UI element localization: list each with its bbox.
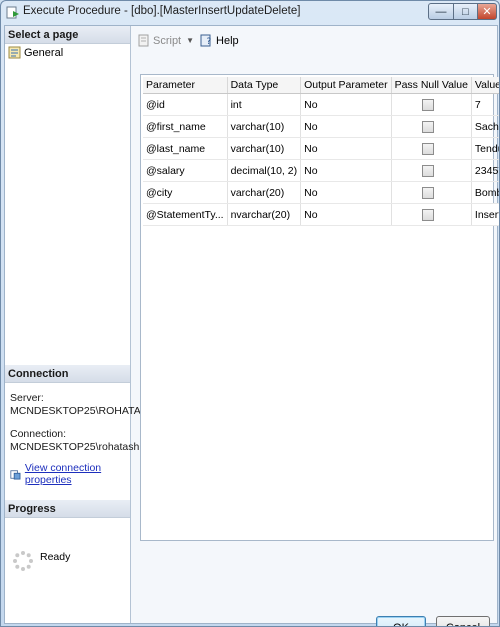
table-row[interactable]: @last_name varchar(10) No Tendulkar (143, 137, 499, 160)
view-connection-properties-label: View connection properties (24, 462, 102, 486)
output-parameter-cell: No (300, 159, 392, 182)
data-type-cell: nvarchar(20) (227, 203, 302, 226)
parameter-cell: @id (143, 93, 228, 116)
parameter-cell: @salary (143, 159, 228, 182)
pass-null-cell (391, 93, 472, 116)
output-parameter-cell: No (300, 93, 392, 116)
toolbar: Script ▼ ? Help (137, 34, 239, 47)
cancel-button[interactable]: Cancel (436, 616, 490, 626)
minimize-button[interactable]: — (428, 3, 454, 20)
script-icon (138, 34, 149, 47)
table-row[interactable]: @StatementTy... nvarchar(20) No Insert (143, 203, 500, 226)
data-type-cell: int (227, 93, 302, 116)
column-header-value[interactable]: Value (471, 77, 499, 94)
output-parameter-cell: No (300, 181, 392, 204)
pass-null-cell (391, 159, 472, 182)
table-row[interactable]: @salary decimal(10, 2) No 23457 (143, 159, 499, 182)
left-pane: Select a page General Connection Server:… (5, 26, 155, 623)
pass-null-checkbox[interactable] (421, 164, 434, 177)
pass-null-cell (391, 203, 472, 226)
value-edit-text: Insert (474, 208, 500, 221)
column-header-parameter[interactable]: Parameter (143, 77, 228, 94)
progress-header: Progress (5, 500, 130, 518)
page-item-general[interactable]: General (8, 46, 63, 59)
table-row[interactable]: @id int No 7 (143, 93, 499, 116)
view-connection-properties-link[interactable]: View connection properties (10, 462, 130, 486)
data-type-cell: varchar(10) (227, 115, 302, 138)
value-cell[interactable]: 7 (471, 93, 499, 116)
parameter-cell: @StatementTy... (143, 203, 228, 226)
parameters-grid: Parameter Data Type Output Parameter Pas… (140, 74, 499, 541)
title-bar[interactable]: Execute Procedure - [dbo].[MasterInsertU… (1, 1, 499, 23)
progress-status: Ready (40, 551, 71, 563)
output-parameter-cell: No (300, 203, 392, 226)
data-type-cell: decimal(10, 2) (227, 159, 302, 182)
help-icon: ? (200, 34, 212, 47)
output-parameter-cell: No (300, 137, 392, 160)
value-cell[interactable]: Tendulkar (471, 137, 499, 160)
parameter-cell: @city (143, 181, 228, 204)
pass-null-checkbox[interactable] (421, 120, 434, 133)
value-cell[interactable]: Sachin (471, 115, 499, 138)
dialog-client-area: Select a page General Connection Server:… (4, 25, 499, 626)
page-item-general-label: General (24, 46, 64, 59)
close-icon: ✕ (482, 6, 492, 18)
column-header-pass-null-value[interactable]: Pass Null Value (391, 77, 472, 94)
execute-procedure-icon (6, 6, 19, 19)
connection-header: Connection (5, 365, 130, 383)
pass-null-cell (391, 115, 472, 138)
server-value: MCNDESKTOP25\ROHATASH (10, 405, 156, 417)
svg-text:?: ? (207, 37, 212, 47)
column-header-output-parameter[interactable]: Output Parameter (300, 77, 392, 94)
connection-label: Connection: (10, 428, 67, 440)
select-page-header: Select a page (5, 26, 130, 44)
ok-button[interactable]: OK (376, 616, 426, 626)
connection-value: MCNDESKTOP25\rohatash (10, 441, 140, 453)
close-button[interactable]: ✕ (477, 3, 497, 20)
output-parameter-cell: No (300, 115, 392, 138)
grid-header-row: Parameter Data Type Output Parameter Pas… (143, 77, 499, 94)
script-button[interactable]: Script (137, 34, 181, 47)
properties-icon (8, 46, 21, 59)
progress-spinner-icon (13, 551, 33, 571)
data-type-cell: varchar(10) (227, 137, 302, 160)
pass-null-checkbox[interactable] (421, 186, 434, 199)
pass-null-cell (391, 137, 472, 160)
script-dropdown-arrow[interactable]: ▼ (186, 36, 194, 45)
minimize-icon: — (435, 5, 447, 18)
value-cell[interactable]: Bombay (471, 181, 499, 204)
pass-null-checkbox[interactable] (421, 142, 434, 155)
table-row[interactable]: @first_name varchar(10) No Sachin (143, 115, 499, 138)
execute-procedure-window: Execute Procedure - [dbo].[MasterInsertU… (0, 0, 500, 627)
server-label: Server: (10, 392, 44, 404)
maximize-button[interactable]: □ (453, 3, 478, 20)
parameter-cell: @last_name (143, 137, 228, 160)
pass-null-cell (391, 181, 472, 204)
pass-null-checkbox[interactable] (421, 208, 434, 221)
connection-properties-icon (10, 469, 21, 480)
window-title: Execute Procedure - [dbo].[MasterInsertU… (23, 5, 301, 17)
help-label: Help (216, 34, 239, 47)
help-button[interactable]: ? Help (200, 34, 239, 47)
value-edit-field[interactable]: Insert (470, 203, 500, 226)
script-label: Script (153, 34, 182, 47)
maximize-icon: □ (462, 5, 469, 18)
data-type-cell: varchar(20) (227, 181, 302, 204)
pass-null-checkbox[interactable] (421, 98, 434, 111)
column-header-data-type[interactable]: Data Type (227, 77, 302, 94)
parameter-cell: @first_name (143, 115, 228, 138)
table-row[interactable]: @city varchar(20) No Bombay (143, 181, 499, 204)
value-cell[interactable]: 23457 (471, 159, 499, 182)
